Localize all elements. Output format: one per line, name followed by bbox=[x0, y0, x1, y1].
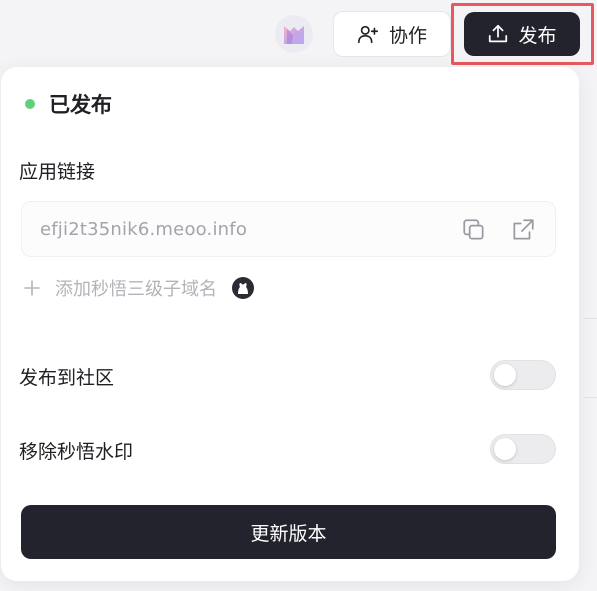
status-dot bbox=[25, 99, 35, 109]
github-icon bbox=[232, 277, 254, 299]
app-link-url[interactable]: efji2t35nik6.meoo.info bbox=[40, 219, 247, 240]
update-version-label: 更新版本 bbox=[250, 522, 327, 545]
remove-watermark-label: 移除秒悟水印 bbox=[19, 441, 134, 463]
status-text: 已发布 bbox=[49, 93, 112, 117]
publish-label: 发布 bbox=[518, 24, 557, 47]
toggle-knob bbox=[494, 438, 516, 460]
add-subdomain-button[interactable]: 添加秒悟三级子域名 bbox=[23, 275, 255, 301]
avatar[interactable] bbox=[275, 15, 313, 53]
publish-status: 已发布 bbox=[25, 89, 112, 119]
collaborate-label: 协作 bbox=[388, 24, 427, 47]
upload-icon bbox=[489, 24, 508, 43]
copy-icon bbox=[463, 219, 484, 240]
background-divider bbox=[585, 397, 597, 398]
publish-community-label: 发布到社区 bbox=[19, 367, 115, 389]
update-version-button[interactable]: 更新版本 bbox=[21, 505, 556, 559]
app-link-field: efji2t35nik6.meoo.info bbox=[21, 201, 556, 257]
toggle-knob bbox=[494, 364, 516, 386]
remove-watermark-toggle[interactable] bbox=[490, 434, 556, 464]
copy-link-button[interactable] bbox=[459, 215, 489, 245]
plus-icon bbox=[24, 280, 40, 296]
background-divider bbox=[585, 318, 597, 319]
publish-panel: 已发布 应用链接 efji2t35nik6.meoo.info 添加秒悟三级子域… bbox=[1, 67, 579, 581]
app-link-label: 应用链接 bbox=[19, 161, 96, 183]
publish-button[interactable]: 发布 bbox=[464, 12, 580, 56]
external-link-icon bbox=[513, 219, 534, 240]
add-subdomain-label: 添加秒悟三级子域名 bbox=[55, 279, 217, 300]
publish-community-toggle[interactable] bbox=[490, 360, 556, 390]
add-user-icon bbox=[357, 25, 378, 44]
open-link-button[interactable] bbox=[508, 215, 538, 245]
collaborate-button[interactable]: 协作 bbox=[333, 11, 451, 57]
avatar-icon bbox=[284, 26, 304, 44]
